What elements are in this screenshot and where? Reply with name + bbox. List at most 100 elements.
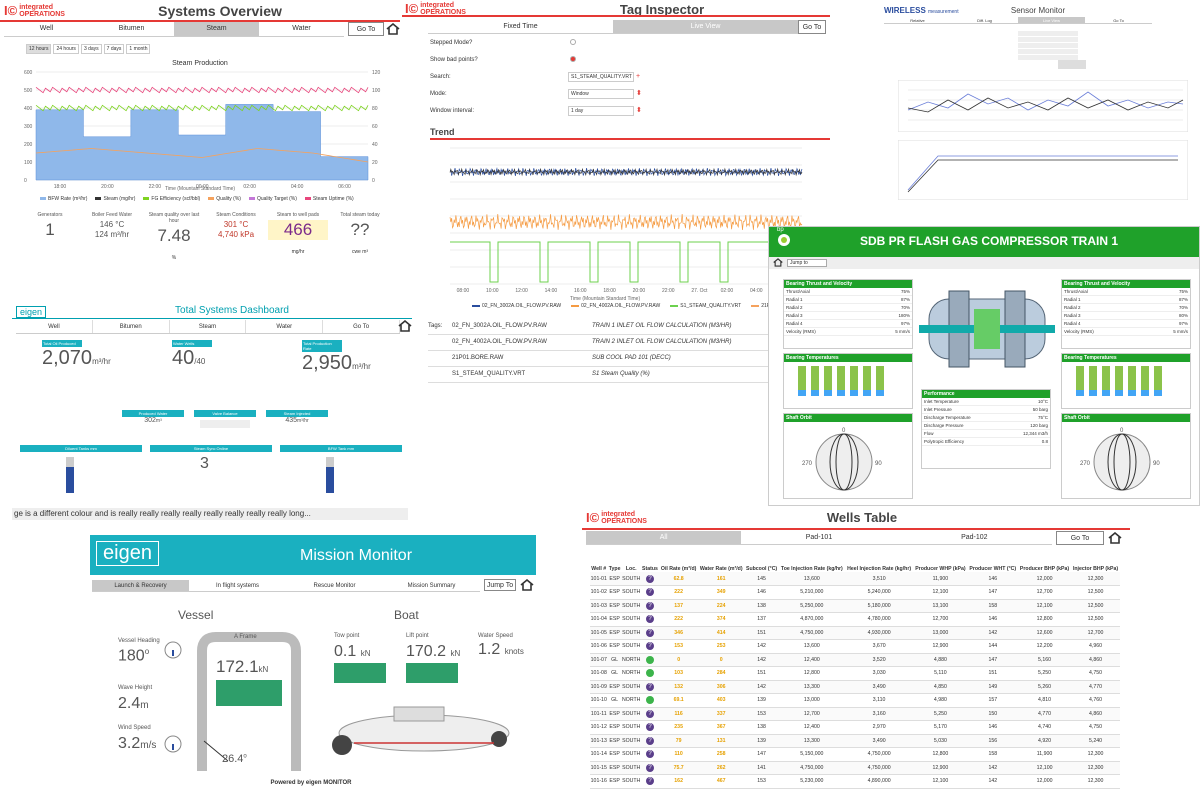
legend-item[interactable]: Steam (mg/hr) xyxy=(95,196,135,202)
tab-launch-recovery[interactable]: Launch & Recovery xyxy=(92,580,189,591)
table-row[interactable]: 101-08 GLNORTH G 103 284 151 12,800 3,030 5,110 1… xyxy=(590,667,1120,680)
tag-row[interactable]: Tags: 02_FN_3002A.OIL_FLOW.PV.RAW TRAIN 1 … xyxy=(428,318,788,334)
tab-diff-log[interactable]: Diff. Log xyxy=(951,17,1018,23)
mid-value: 302m³ xyxy=(144,417,162,424)
column-header[interactable]: Producer BHP (kPa) xyxy=(1018,556,1071,572)
legend-label: Quality Target (%) xyxy=(256,196,297,202)
boat-heading: Boat xyxy=(394,608,419,622)
tab-well[interactable]: Well xyxy=(16,320,93,333)
tab-water[interactable]: Water xyxy=(259,22,344,36)
home-icon[interactable] xyxy=(398,320,412,332)
legend-item[interactable]: 02_FN_4002A.OIL_FLOW.PV.RAW xyxy=(571,303,660,309)
vessel-heading-label: Vessel Heading xyxy=(118,638,160,644)
legend-item[interactable]: Steam Uptime (%) xyxy=(304,196,354,202)
table-row[interactable]: 101-06 ESP SOUTH? 153 253 142 13,600 3,670 12,90… xyxy=(590,640,1120,653)
table-row[interactable]: 101-04 ESP SOUTH? 222 374 137 4,870,000 4,780,0… xyxy=(590,613,1120,626)
column-header[interactable]: Well # xyxy=(590,556,608,572)
table-row[interactable]: 101-12 ESP SOUTH? 235 367 138 12,400 2,970 5,170… xyxy=(590,721,1120,734)
tab-in-flight-systems[interactable]: In flight systems xyxy=(189,580,286,591)
column-header[interactable]: Loc. xyxy=(622,556,641,572)
tag-row[interactable]: S1_STEAM_QUALITY.VRT S1 Steam Quality (%) xyxy=(428,366,788,382)
legend-item[interactable]: Quality (%) xyxy=(208,196,241,202)
temp-bar xyxy=(876,366,884,396)
tab-steam[interactable]: Steam xyxy=(170,320,247,333)
table-cell: 142 xyxy=(988,778,998,785)
column-header[interactable]: Producer WHT (°C) xyxy=(968,556,1019,572)
legend-item[interactable]: BFW Rate (m³/hr) xyxy=(40,196,87,202)
tab-live-view[interactable]: Live View xyxy=(1018,17,1085,23)
range-button[interactable]: 1 month xyxy=(126,44,151,54)
tab-well[interactable]: Well xyxy=(4,22,89,36)
table-row[interactable]: 101-16 ESP SOUTH? 162 467 153 5,230,000 4,890,0… xyxy=(590,775,1120,788)
table-row[interactable]: 101-09 ESP SOUTH? 132 306 142 13,300 3,490 4,850… xyxy=(590,680,1120,694)
table-row[interactable]: 101-14 ESP SOUTH? 110 258 147 5,150,000 4,750,0… xyxy=(590,748,1120,761)
tab-relative[interactable]: Relative xyxy=(884,17,951,23)
column-header[interactable]: Producer WHP (kPa) xyxy=(913,556,967,572)
show-bad-points-radio[interactable] xyxy=(570,56,576,62)
table-row[interactable]: 101-05 ESP SOUTH? 346 414 151 4,750,000 4,930,0… xyxy=(590,626,1120,640)
goto-button[interactable]: Go To xyxy=(798,20,826,34)
tab-go-to[interactable]: Go To xyxy=(323,320,400,333)
table-row[interactable]: 101-11 ESP SOUTH? 116 337 153 12,700 3,160 5,250… xyxy=(590,707,1120,721)
table-row[interactable]: 101-10 GLNORTH G 69.1 403 139 13,000 3,110 4,980… xyxy=(590,694,1120,707)
tab-fixed-time[interactable]: Fixed Time xyxy=(428,20,613,33)
tab-steam[interactable]: Steam xyxy=(174,22,259,36)
mode-select[interactable]: Window xyxy=(568,89,634,99)
window-interval-select[interactable]: 1 day xyxy=(568,106,634,116)
tab-bitumen[interactable]: Bitumen xyxy=(93,320,170,333)
legend-item[interactable]: 02_FN_3002A.OIL_FLOW.PV.RAW xyxy=(472,303,561,309)
range-button[interactable]: 12 hours xyxy=(26,44,52,54)
table-cell: 110 xyxy=(674,751,683,758)
mid-label: Steam Injected xyxy=(266,410,328,417)
tab-rescue-monitor[interactable]: Rescue Monitor xyxy=(286,580,383,591)
column-header[interactable]: Toe Injection Rate (kg/hr) xyxy=(779,556,845,572)
home-icon[interactable] xyxy=(386,23,400,35)
tag-row[interactable]: 02_FN_4002A.OIL_FLOW.PV.RAW TRAIN 2 INLET… xyxy=(428,334,788,350)
jump-to-button[interactable]: Jump To xyxy=(484,579,516,591)
home-icon[interactable] xyxy=(520,579,534,591)
table-cell: 5,030 xyxy=(933,737,947,744)
tab-live-view[interactable]: Live View xyxy=(613,20,798,33)
table-cell: 4,920 xyxy=(1038,737,1052,744)
tab-pad-101[interactable]: Pad-101 xyxy=(741,531,896,544)
table-row[interactable]: 101-15 ESP SOUTH? 75.7 262 141 4,750,000 4,750,… xyxy=(590,761,1120,775)
legend-item[interactable]: Quality Target (%) xyxy=(248,196,297,202)
tab-mission-summary[interactable]: Mission Summary xyxy=(383,580,480,591)
goto-button[interactable]: Go To xyxy=(1085,17,1152,23)
chevron-updown-icon[interactable]: ⬍ xyxy=(636,106,644,116)
stepped-mode-radio[interactable] xyxy=(570,39,576,45)
range-button[interactable]: 3 days xyxy=(80,44,102,54)
column-header[interactable]: Type xyxy=(608,556,622,572)
table-row[interactable]: 101-13 ESP SOUTH? 79 131 139 13,300 3,490 5,030 1… xyxy=(590,734,1120,748)
tag-row[interactable]: 21P01.BORE.RAW SUB COOL PAD 101 (DECC) xyxy=(428,350,788,366)
column-header[interactable]: Oil Rate (m³/d) xyxy=(659,556,698,572)
field-label: Window interval: xyxy=(430,108,475,114)
kpi-row: Total Oil Produced 2,070m³/hr Water Wells 4… xyxy=(42,340,402,400)
tab-all[interactable]: All xyxy=(586,531,742,544)
tab-bitumen[interactable]: Bitumen xyxy=(89,22,174,36)
tab-water[interactable]: Water xyxy=(246,320,324,333)
range-button[interactable]: 24 hours xyxy=(53,44,79,54)
add-tag-button[interactable]: + xyxy=(636,72,644,82)
table-row[interactable]: 101-02 ESP SOUTH? 222 349 146 5,210,000 5,240,0… xyxy=(590,586,1120,599)
chevron-updown-icon[interactable]: ⬍ xyxy=(636,89,644,99)
home-icon[interactable] xyxy=(1108,532,1122,544)
sensor-apply-button[interactable] xyxy=(1058,60,1086,69)
table-row[interactable]: 101-03 ESP SOUTH? 137 224 138 5,250,000 5,180,0… xyxy=(590,599,1120,613)
column-header[interactable]: Status xyxy=(641,556,660,572)
home-icon[interactable] xyxy=(773,258,783,267)
column-header[interactable]: Subcool (°C) xyxy=(744,556,778,572)
jump-to-select[interactable]: Jump to xyxy=(787,259,827,267)
column-header[interactable]: Heel Injection Rate (kg/hr) xyxy=(845,556,913,572)
column-header[interactable]: Injector BHP (kPa) xyxy=(1071,556,1120,572)
legend-item[interactable]: FG Efficiency (scf/bbl) xyxy=(143,196,200,202)
goto-button[interactable]: Go To xyxy=(348,22,384,36)
goto-button[interactable]: Go To xyxy=(1056,531,1104,545)
table-row[interactable]: 101-07 GLNORTH G 0 0 142 12,400 3,520 4,880 147 5,… xyxy=(590,653,1120,667)
column-header[interactable]: Water Rate (m³/d) xyxy=(698,556,744,572)
range-button[interactable]: 7 days xyxy=(103,44,125,54)
tab-pad-102[interactable]: Pad-102 xyxy=(897,531,1052,544)
search-input[interactable]: S1_STEAM_QUALITY.VRT xyxy=(568,72,634,82)
table-row[interactable]: 101-01 ESP SOUTH? 62.8 161 145 13,600 3,510 11,9… xyxy=(590,572,1120,586)
legend-item[interactable]: S1_STEAM_QUALITY.VRT xyxy=(670,303,741,309)
